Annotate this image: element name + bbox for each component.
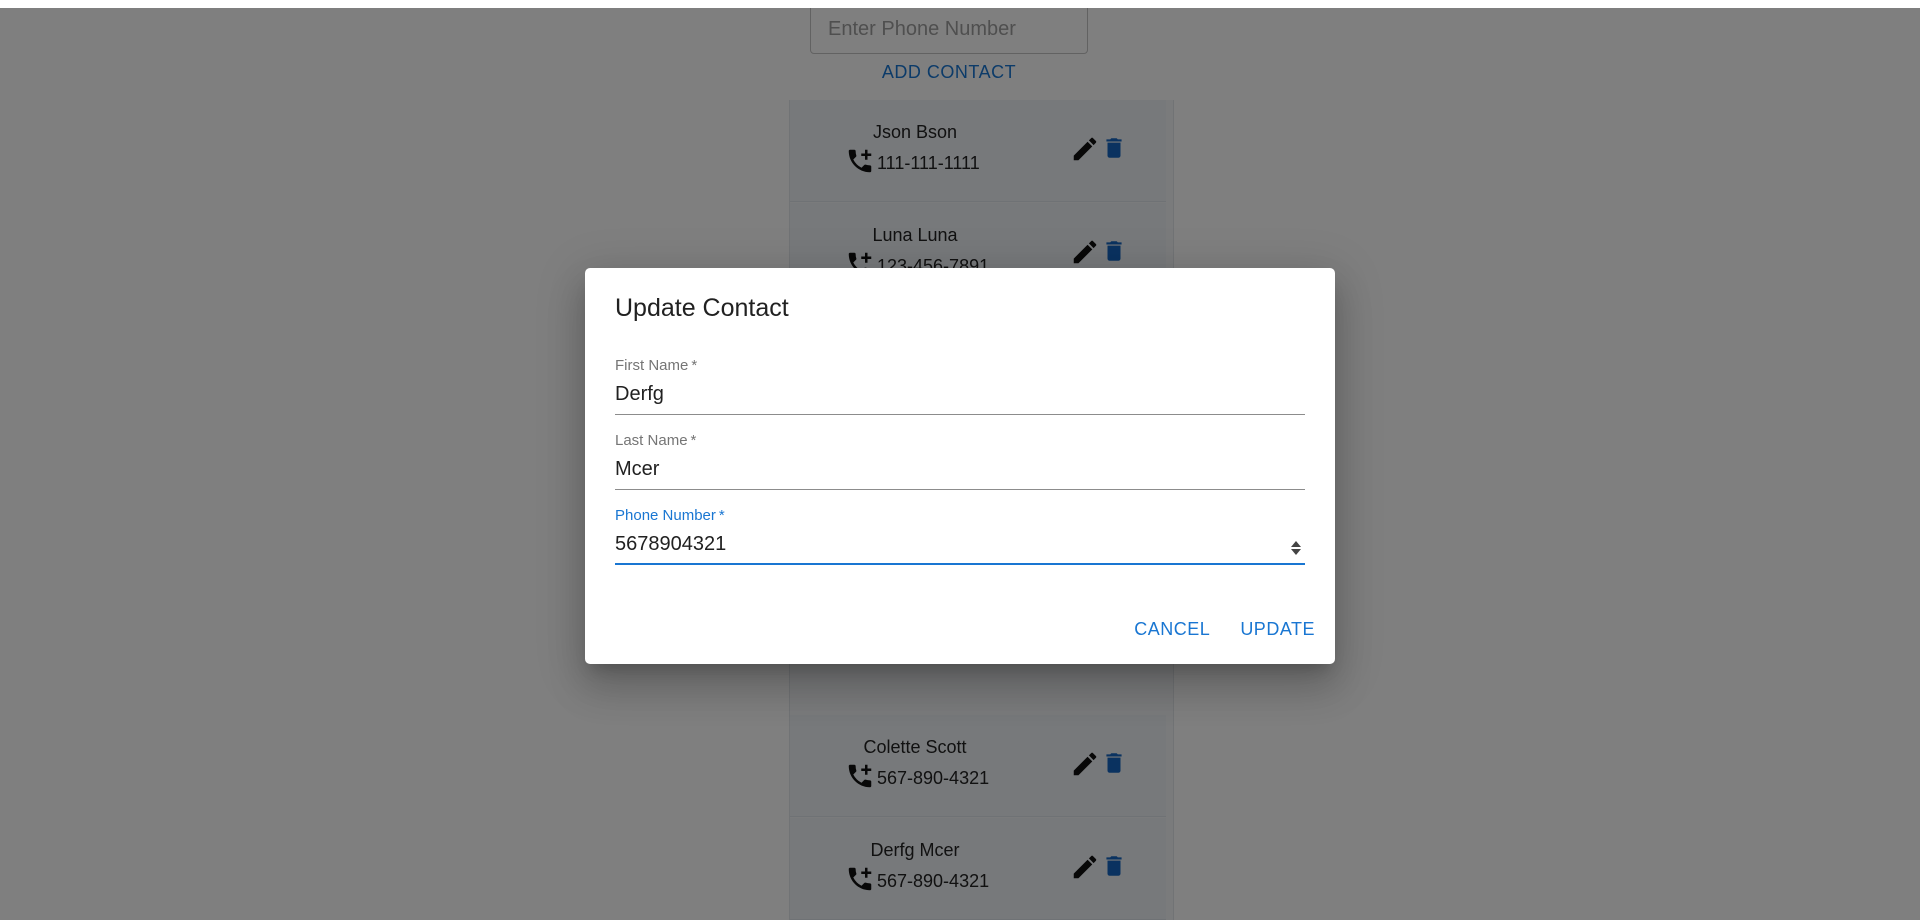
first-name-field: First Name * [615, 357, 1305, 415]
cancel-button[interactable]: CANCEL [1134, 619, 1210, 640]
update-button[interactable]: UPDATE [1240, 619, 1315, 640]
phone-number-field: Phone Number * [615, 507, 1305, 565]
update-contact-dialog: Update Contact First Name* Last Name* Ph… [585, 268, 1335, 664]
first-name-label: First Name * [615, 357, 698, 374]
last-name-field: Last Name * [615, 432, 1305, 490]
first-name-input[interactable] [615, 383, 1305, 415]
phone-number-input[interactable] [615, 533, 1305, 565]
number-spinner-icon[interactable] [1289, 538, 1303, 558]
dialog-title: Update Contact [615, 294, 789, 322]
last-name-input[interactable] [615, 458, 1305, 490]
last-name-label: Last Name * [615, 432, 697, 449]
phone-number-label: Phone Number * [615, 507, 725, 524]
dialog-actions: CANCEL UPDATE [1134, 619, 1315, 640]
top-strip [0, 0, 1920, 8]
